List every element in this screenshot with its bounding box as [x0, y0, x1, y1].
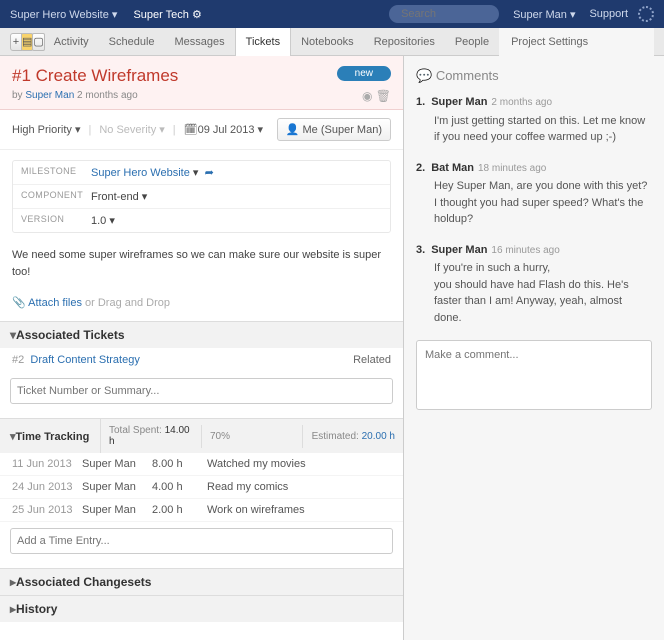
comment-author[interactable]: Super Man: [431, 244, 487, 256]
tab-people[interactable]: People: [445, 28, 499, 56]
assoc-search-input[interactable]: [10, 378, 393, 404]
tab-notebooks[interactable]: Notebooks: [291, 28, 364, 56]
comment-input[interactable]: [416, 340, 652, 410]
time-who: Super Man: [82, 458, 152, 470]
team-label: Super Tech: [133, 9, 188, 21]
time-hours: 2.00 h: [152, 504, 207, 516]
comment-number: 3.: [416, 244, 425, 256]
priority-selector[interactable]: High Priority ▾: [12, 123, 80, 136]
time-who: Super Man: [82, 504, 152, 516]
associated-ticket-row: #2 Draft Content Strategy Related: [0, 348, 403, 372]
time-row[interactable]: 11 Jun 2013Super Man8.00 hWatched my mov…: [0, 453, 403, 476]
component-value[interactable]: Front-end ▾: [91, 190, 147, 203]
user-icon: 👤: [286, 124, 300, 136]
comment-author[interactable]: Super Man: [431, 96, 487, 108]
toolbar: + ▤ ▢ Activity Schedule Messages Tickets…: [0, 28, 664, 56]
tab-messages[interactable]: Messages: [165, 28, 235, 56]
delete-icon[interactable]: 🗑: [376, 89, 391, 103]
main: #1 Create Wireframes new by Super Man 2 …: [0, 56, 664, 640]
user-menu[interactable]: Super Man: [513, 8, 575, 21]
top-bar: Super Hero Website Super Tech ⚙ Super Ma…: [0, 0, 664, 28]
gear-icon[interactable]: ⚙: [192, 9, 202, 21]
tab-tickets[interactable]: Tickets: [235, 28, 291, 56]
ticket-header: #1 Create Wireframes new by Super Man 2 …: [0, 56, 403, 110]
loading-icon: [638, 6, 654, 22]
time-hours: 4.00 h: [152, 481, 207, 493]
project-menu[interactable]: Super Hero Website: [10, 8, 117, 21]
assignee-button[interactable]: 👤 Me (Super Man): [277, 118, 391, 141]
comment-body: If you're in such a hurry,you should hav…: [434, 260, 652, 326]
ticket-description: We need some super wireframes so we can …: [0, 243, 403, 290]
section-changesets[interactable]: Associated Changesets: [0, 568, 403, 595]
time-who: Super Man: [82, 481, 152, 493]
ticket-pane: #1 Create Wireframes new by Super Man 2 …: [0, 56, 404, 640]
time-tracking-toggle[interactable]: Time Tracking: [0, 424, 100, 449]
milestone-link-icon[interactable]: ➦: [205, 167, 214, 179]
author-link[interactable]: Super Man: [25, 90, 74, 101]
time-date: 24 Jun 2013: [12, 481, 82, 493]
comment: 1. Super Man 2 months ago I'm just getting …: [416, 94, 652, 146]
ticket-age: 2 months ago: [77, 90, 138, 101]
section-associated-tickets[interactable]: Associated Tickets: [0, 321, 403, 348]
ticket-byline: by Super Man 2 months ago: [12, 90, 391, 101]
comment-time: 18 minutes ago: [478, 163, 546, 174]
tab-repositories[interactable]: Repositories: [364, 28, 445, 56]
date-selector[interactable]: 09 Jul 2013 ▾: [198, 123, 263, 136]
ticket-title-text: Create Wireframes: [36, 66, 179, 85]
watch-icon[interactable]: ◉: [362, 89, 372, 103]
tab-project-settings[interactable]: Project Settings: [499, 28, 654, 56]
section-history[interactable]: History: [0, 595, 403, 622]
tab-schedule[interactable]: Schedule: [99, 28, 165, 56]
tab-activity[interactable]: Activity: [44, 28, 99, 56]
attach-link[interactable]: Attach files: [28, 297, 82, 309]
time-row[interactable]: 25 Jun 2013Super Man2.00 hWork on wirefr…: [0, 499, 403, 522]
component-label: COMPONENT: [21, 190, 91, 203]
time-estimated: Estimated: 20.00 h: [302, 425, 403, 448]
time-date: 11 Jun 2013: [12, 458, 82, 470]
comment-author[interactable]: Bat Man: [431, 162, 474, 174]
version-value[interactable]: 1.0 ▾: [91, 214, 115, 227]
comment: 2. Bat Man 18 minutes ago Hey Super Man, ar…: [416, 160, 652, 228]
comment-time: 2 months ago: [491, 97, 552, 108]
time-row[interactable]: 24 Jun 2013Super Man4.00 hRead my comics: [0, 476, 403, 499]
ticket-meta: High Priority ▾ | No Severity ▾ | 🗓 09 J…: [0, 110, 403, 150]
assoc-number: #2: [12, 354, 24, 366]
calendar-icon: 🗓: [184, 123, 198, 136]
team-name[interactable]: Super Tech ⚙: [133, 8, 201, 21]
milestone-label: MILESTONE: [21, 166, 91, 179]
time-entry-input[interactable]: [10, 528, 393, 554]
ticket-properties: MILESTONESuper Hero Website ▾ ➦ COMPONEN…: [12, 160, 391, 233]
status-badge[interactable]: new: [337, 66, 391, 81]
comment-number: 2.: [416, 162, 425, 174]
attach-icon: 📎: [12, 297, 26, 309]
section-time-tracking: Time Tracking Total Spent: 14.00 h 70% E…: [0, 418, 403, 453]
attach-area[interactable]: 📎 Attach files or Drag and Drop: [0, 290, 403, 321]
comment: 3. Super Man 16 minutes ago If you're in su…: [416, 242, 652, 327]
search-input[interactable]: [389, 5, 499, 23]
assoc-link[interactable]: Draft Content Strategy: [30, 354, 139, 366]
time-hours: 8.00 h: [152, 458, 207, 470]
support-link[interactable]: Support: [589, 8, 628, 20]
time-note: Read my comics: [207, 481, 391, 493]
time-date: 25 Jun 2013: [12, 504, 82, 516]
comments-heading: 💬 Comments: [416, 64, 652, 94]
time-note: Work on wireframes: [207, 504, 391, 516]
attach-hint: or Drag and Drop: [85, 297, 170, 309]
comments-pane: 💬 Comments 1. Super Man 2 months ago I'm ju…: [404, 56, 664, 640]
ticket-title: #1 Create Wireframes: [12, 66, 391, 86]
version-label: VERSION: [21, 214, 91, 227]
severity-selector[interactable]: No Severity ▾: [99, 123, 164, 136]
time-spent: Total Spent: 14.00 h: [100, 419, 201, 453]
milestone-value[interactable]: Super Hero Website ▾ ➦: [91, 166, 214, 179]
comment-time: 16 minutes ago: [491, 245, 559, 256]
time-pct: 70%: [201, 425, 302, 448]
comment-body: I'm just getting started on this. Let me…: [434, 113, 652, 146]
comment-icon: 💬: [416, 68, 432, 83]
assoc-relation: Related: [353, 354, 391, 366]
ticket-number: #1: [12, 66, 31, 85]
comment-number: 1.: [416, 96, 425, 108]
time-note: Watched my movies: [207, 458, 391, 470]
comment-body: Hey Super Man, are you done with this ye…: [434, 178, 652, 228]
